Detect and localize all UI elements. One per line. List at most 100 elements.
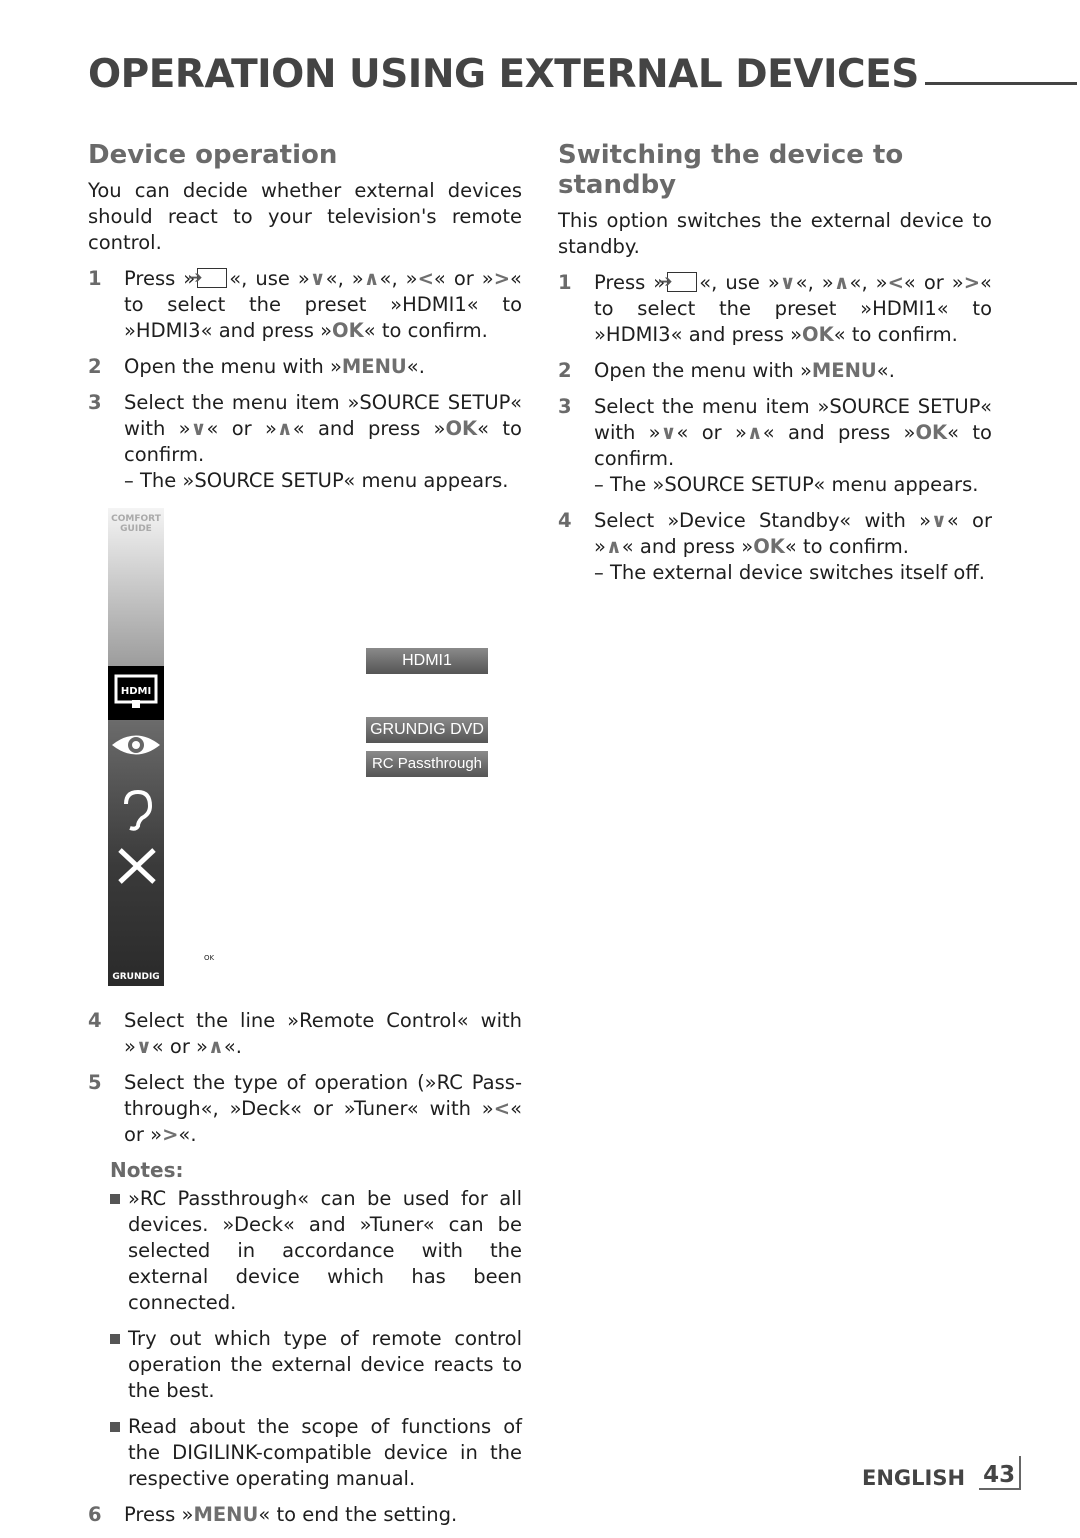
device-value[interactable]: GRUNDIG DVD xyxy=(366,717,488,743)
step-item: 2 Open the menu with »MENU«. xyxy=(558,358,992,384)
step-list: 4 Select the line »Remote Control« with »… xyxy=(88,1008,522,1148)
step-text-part: «, » xyxy=(325,267,364,290)
remote-key-label: OK xyxy=(753,535,785,558)
step-text-part: Open the menu with » xyxy=(594,359,812,382)
source-button-icon xyxy=(188,265,228,291)
note-item: Try out which type of remote control ope… xyxy=(110,1326,522,1404)
language-label: ENGLISH xyxy=(862,1466,966,1490)
step-text: Select the menu item »SOURCE SETUP« with… xyxy=(594,394,992,498)
step-text-part: «, » xyxy=(795,271,834,294)
intro-text: This option switches the external device… xyxy=(558,209,992,258)
remote-key-label: ∨ xyxy=(135,1035,152,1058)
step-text-part: «. xyxy=(223,1035,242,1058)
remote-key-label: ∧ xyxy=(363,267,380,290)
comfort-guide-label: COMFORT GUIDE xyxy=(111,514,161,534)
title-text: OPERATION USING EXTERNAL DEVICES xyxy=(88,52,919,97)
eye-icon xyxy=(108,730,164,764)
step-item: 4 Select the line »Remote Control« with »… xyxy=(88,1008,522,1060)
step-list: 1Press »«, use »∨«, »∧«, »<« or »>« to s… xyxy=(558,269,992,586)
step-text-part: « and press » xyxy=(621,535,754,558)
bullet-icon xyxy=(110,1194,120,1204)
device-operation-section: Device operation You can decide whether … xyxy=(88,140,522,1538)
step-text-part: Press » xyxy=(594,271,666,294)
remote-key-label: ∧ xyxy=(746,421,763,444)
title-rule xyxy=(924,82,1077,85)
step-text-part: «, » xyxy=(849,271,888,294)
step-text-part: « and press » xyxy=(292,417,446,440)
page-title: OPERATION USING EXTERNAL DEVICES xyxy=(88,52,1077,97)
step-text-part: Select »Device Standby« with » xyxy=(594,509,932,532)
page-number: 43 xyxy=(979,1462,1020,1490)
step-text-part: « and press » xyxy=(762,421,916,444)
step-text: Press »«, use »∨«, »∧«, »<« or »>« to se… xyxy=(594,269,992,348)
page-footer: ENGLISH 43 xyxy=(862,1456,1022,1490)
step-item: 1Press »«, use »∨«, »∧«, »<« or »>« to s… xyxy=(558,269,992,348)
source-value[interactable]: HDMI1 xyxy=(366,648,488,674)
step-text-part: Select the type of operation (»RC Pass­t… xyxy=(124,1071,522,1120)
step-number: 3 xyxy=(88,391,102,414)
step-text-part: Press » xyxy=(124,1503,194,1526)
step-text: Open the menu with »MENU«. xyxy=(594,358,992,384)
step-text-part: « or » xyxy=(676,421,747,444)
step-item: 2 Open the menu with »MENU«. xyxy=(88,354,522,380)
remote-key-label: MENU xyxy=(341,355,407,378)
step-text-part: « or » xyxy=(903,271,964,294)
step-list: 1Press »«, use »∨«, »∧«, »<« or »>« to s… xyxy=(88,265,522,494)
bullet-icon xyxy=(110,1422,120,1432)
note-item: Read about the scope of functions of the… xyxy=(110,1414,522,1492)
step-number: 1 xyxy=(558,271,572,294)
step-text-part: «. xyxy=(178,1123,197,1146)
page-number-rule xyxy=(1019,1456,1022,1490)
step-text-part: « to confirm. xyxy=(363,319,488,342)
remote-key-label: OK xyxy=(445,417,478,440)
step-number: 3 xyxy=(558,395,572,418)
step-text-part: Press » xyxy=(124,267,196,290)
step-number: 6 xyxy=(88,1503,102,1526)
step-number: 2 xyxy=(558,359,572,382)
svg-text:HDMI: HDMI xyxy=(121,686,151,697)
section-heading: Device operation xyxy=(88,140,338,170)
ok-hint: OK xyxy=(204,954,215,962)
remote-key-label: ∨ xyxy=(309,267,326,290)
remote-key-label: ∧ xyxy=(208,1035,224,1058)
step-item: 5 Select the type of operation (»RC Pass­… xyxy=(88,1070,522,1148)
step-text: Press »«, use »∨«, »∧«, »<« or »>« to se… xyxy=(124,265,522,344)
remote-key-label: OK xyxy=(332,319,364,342)
remote-key-label: ∨ xyxy=(779,271,796,294)
source-setup-menu-screenshot: COMFORT GUIDE HDMI GRUNDIG HDMI1 GRUNDIG… xyxy=(108,508,508,986)
step-number: 2 xyxy=(88,355,102,378)
remote-key-label: OK xyxy=(915,421,948,444)
remote-key-label: ∨ xyxy=(190,417,207,440)
note-item: »RC Passthrough« can be used for all dev… xyxy=(110,1186,522,1316)
remote-key-label: < xyxy=(887,271,904,294)
step-text-part: «, use » xyxy=(699,271,780,294)
remote-key-label: MENU xyxy=(811,359,877,382)
note-text: Try out which type of remote control ope… xyxy=(128,1327,522,1402)
step-item: 3 Select the menu item »SOURCE SETUP« wit… xyxy=(558,394,992,498)
step-result: – The external device switches itself of… xyxy=(594,561,985,584)
remote-control-value[interactable]: RC Passthrough xyxy=(366,751,488,777)
bullet-icon xyxy=(110,1334,120,1344)
step-result: – The »SOURCE SETUP« menu appears. xyxy=(124,469,509,492)
step-text-part: «, » xyxy=(379,267,418,290)
step-text: Select the type of operation (»RC Pass­t… xyxy=(124,1070,522,1148)
step-text: Select »Device Standby« with »∨« or »∧« … xyxy=(594,508,992,586)
step-number: 4 xyxy=(558,509,572,532)
remote-key-label: ∧ xyxy=(276,417,293,440)
remote-key-label: > xyxy=(963,271,981,294)
step-result: – The »SOURCE SETUP« menu appears. xyxy=(594,473,979,496)
step-number: 1 xyxy=(88,267,102,290)
notes-list: »RC Passthrough« can be used for all dev… xyxy=(88,1186,522,1492)
note-text: »RC Passthrough« can be used for all dev… xyxy=(128,1187,522,1314)
menu-sidebar: COMFORT GUIDE HDMI GRUNDIG xyxy=(108,508,164,986)
remote-key-label: ∨ xyxy=(660,421,677,444)
remote-key-label: ∧ xyxy=(605,535,622,558)
step-item: 1Press »«, use »∨«, »∧«, »<« or »>« to s… xyxy=(88,265,522,344)
remote-key-label: > xyxy=(493,267,511,290)
step-text-part: «, use » xyxy=(229,267,310,290)
tools-icon xyxy=(108,846,164,890)
grundig-logo: GRUNDIG xyxy=(112,972,160,982)
remote-key-label: < xyxy=(493,1097,511,1120)
remote-key-label: MENU xyxy=(193,1503,259,1526)
section-heading: Switching the device to standby xyxy=(558,140,904,200)
